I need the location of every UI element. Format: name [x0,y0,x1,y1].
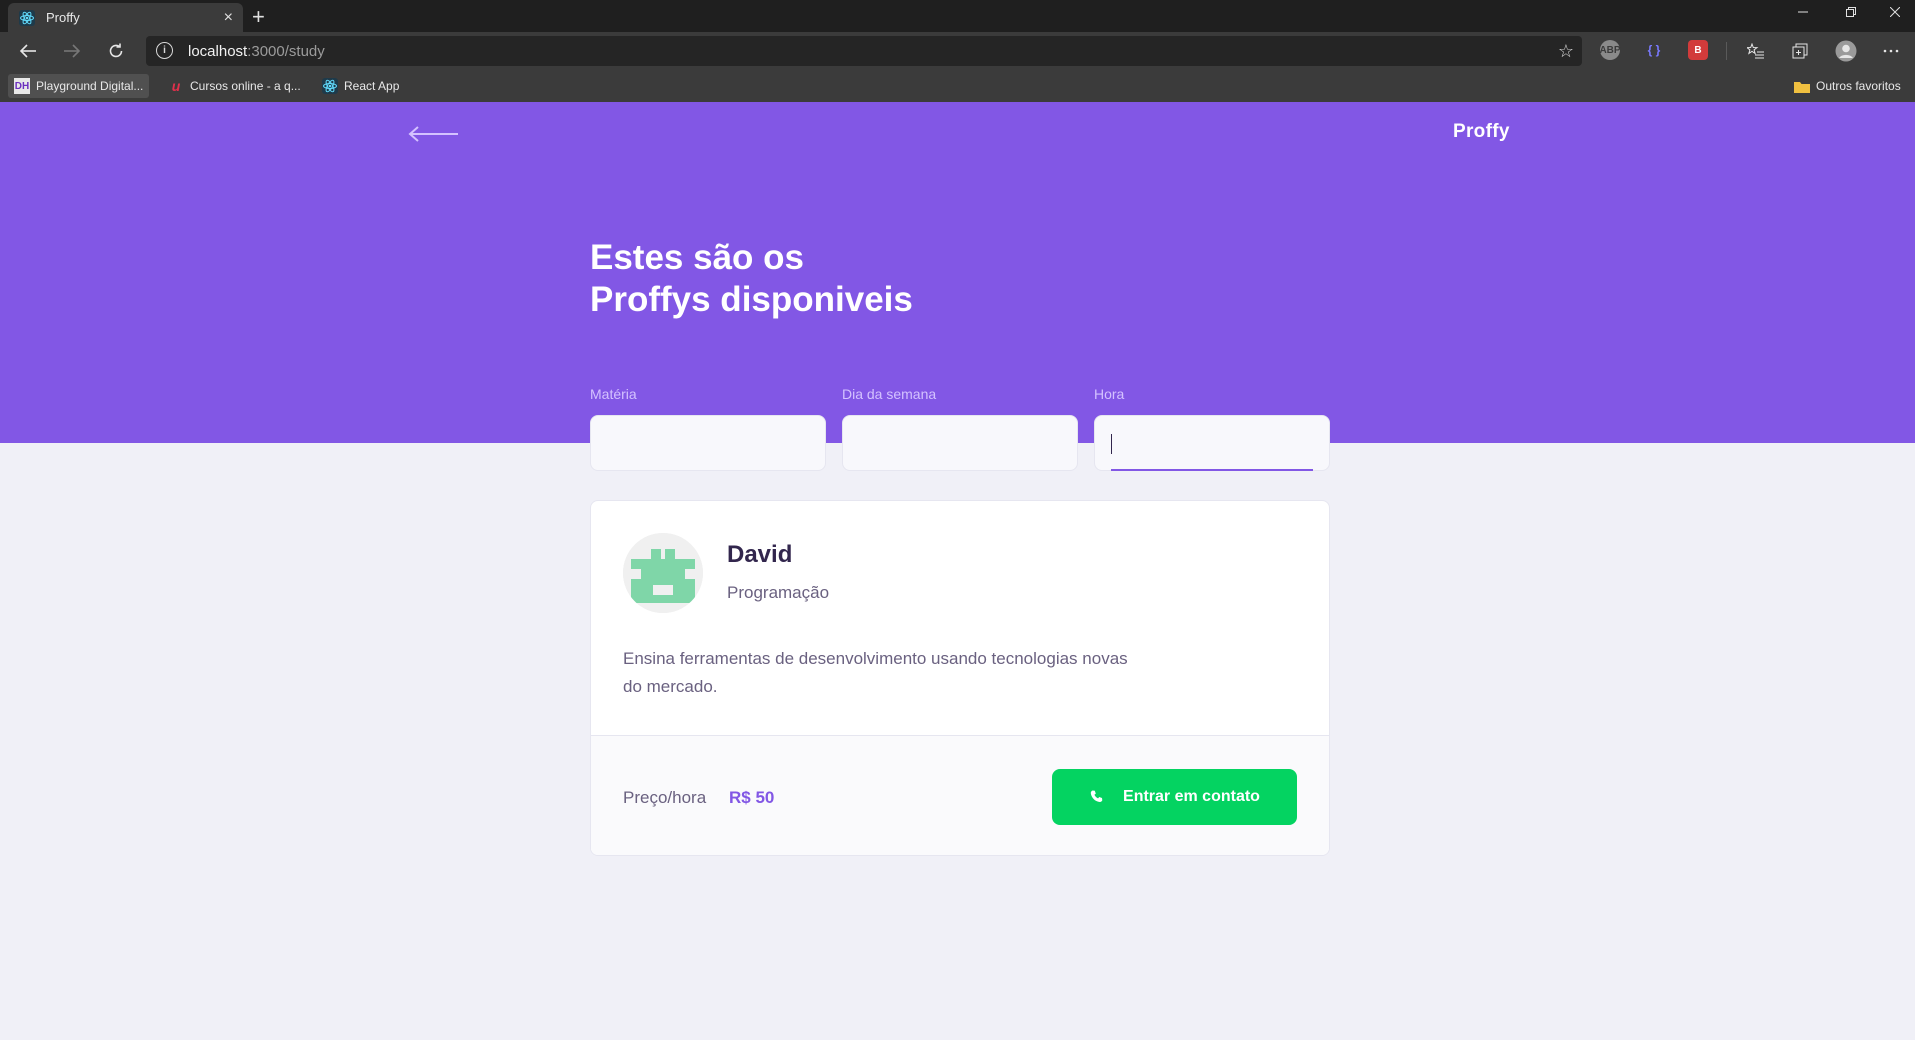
page-title: Estes são os Proffys disponiveis [590,238,913,319]
minimize-icon[interactable] [1781,0,1825,24]
bookmark-playground[interactable]: DH Playground Digital... [8,74,150,98]
extension-icon[interactable]: B [1688,40,1708,60]
bookmark-cursos[interactable]: u Cursos online - a q... [162,74,307,98]
address-bar[interactable]: i localhost:3000/study ☆ [146,36,1582,66]
teacher-name: David [727,541,793,568]
text-caret [1111,434,1112,454]
page-header: Proffy Estes são os Proffys disponiveis … [0,102,1915,471]
bookmark-react-app[interactable]: React App [316,74,405,98]
json-extension-icon[interactable]: { } [1644,40,1664,60]
weekday-label: Dia da semana [842,386,937,402]
site-info-icon[interactable]: i [156,42,173,59]
contact-button-label: Entrar em contato [1123,788,1260,805]
restore-icon[interactable] [1829,0,1873,24]
new-tab-button[interactable]: + [252,4,265,30]
browser-tab[interactable]: Proffy × [8,3,243,32]
folder-icon [1794,78,1810,94]
adblock-extension-icon[interactable]: ABP [1599,40,1621,60]
url-text[interactable]: localhost:3000/study [188,43,325,60]
subject-label: Matéria [590,386,637,402]
price-label: Preço/hora [623,788,707,807]
contact-button[interactable]: Entrar em contato [1052,769,1297,825]
proffy-logo: Proffy [1453,121,1510,142]
favorites-list-icon[interactable] [1738,32,1774,70]
whatsapp-icon [1089,789,1105,805]
time-input[interactable] [1094,415,1330,471]
close-window-icon[interactable] [1873,0,1915,24]
teacher-bio: Ensina ferramentas de desenvolvimento us… [623,649,1128,696]
toolbar-divider [1726,42,1727,60]
tab-title: Proffy [46,10,80,25]
profile-avatar-icon[interactable] [1828,32,1864,70]
bookmarks-bar: DH Playground Digital... u Cursos online… [0,70,1915,103]
browser-titlebar: Proffy × + [0,0,1915,32]
price-value: R$ 50 [729,788,775,807]
back-icon[interactable] [10,32,46,70]
teacher-card: David Programação Ensina ferramentas de … [590,500,1330,856]
forward-icon[interactable] [54,32,90,70]
dh-bookmark-icon: DH [14,78,30,94]
udemy-bookmark-icon: u [171,78,181,94]
teacher-avatar [623,533,703,613]
time-label: Hora [1094,386,1125,402]
teacher-subject: Programação [727,583,830,602]
back-arrow-icon[interactable] [408,124,460,144]
favorite-star-icon[interactable]: ☆ [1558,41,1574,62]
weekday-select[interactable] [842,415,1078,471]
collections-icon[interactable] [1782,32,1818,70]
browser-toolbar: i localhost:3000/study ☆ ABP { } B [0,32,1915,70]
reload-icon[interactable] [98,32,134,70]
react-bookmark-icon [322,78,338,94]
react-favicon-icon [18,9,36,27]
bookmark-other-favorites[interactable]: Outros favoritos [1788,74,1907,98]
study-page: Proffy Estes são os Proffys disponiveis … [0,102,1915,1040]
more-menu-icon[interactable] [1873,32,1909,70]
tab-close-icon[interactable]: × [224,9,233,27]
card-footer: Preço/hora R$ 50 Entrar em contato [591,735,1329,855]
subject-select[interactable] [590,415,826,471]
